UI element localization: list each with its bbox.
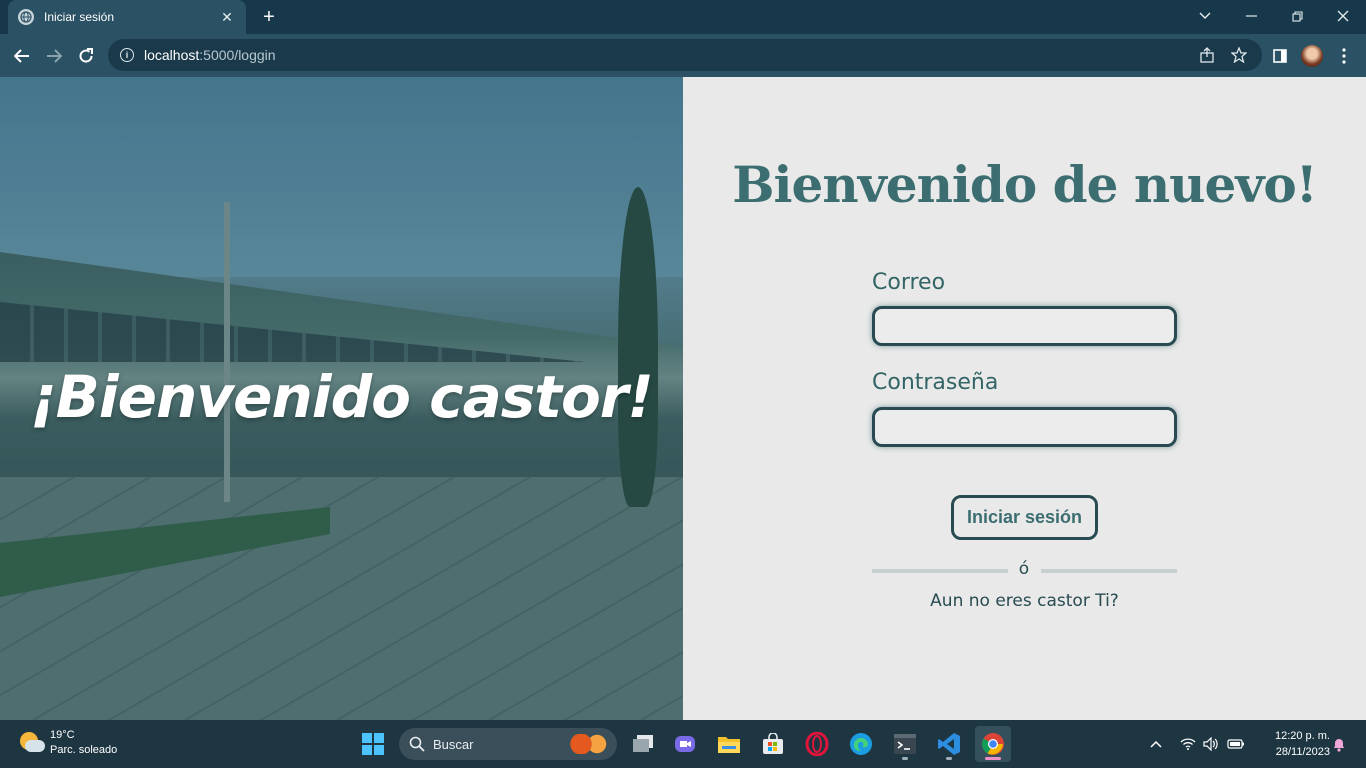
reload-icon[interactable] (72, 42, 100, 70)
login-page: ¡Bienvenido castor! Bienvenido de nuevo!… (0, 77, 1366, 720)
forward-arrow-icon[interactable] (40, 42, 68, 70)
close-window-icon[interactable] (1320, 0, 1366, 32)
side-panel-icon[interactable] (1268, 44, 1292, 68)
partly-sunny-icon (18, 730, 45, 756)
search-placeholder: Buscar (433, 736, 474, 752)
hero-image-panel: ¡Bienvenido castor! (0, 77, 683, 720)
chevron-up-icon[interactable] (1146, 732, 1166, 756)
address-bar[interactable]: i localhost:5000/loggin (108, 39, 1262, 71)
notification-bell-icon[interactable] (1330, 732, 1348, 756)
email-label: Correo (872, 270, 946, 295)
chrome-browser-icon[interactable] (975, 726, 1011, 762)
volume-icon[interactable] (1201, 732, 1221, 756)
kebab-menu-icon[interactable] (1332, 44, 1356, 68)
tab-bar: Iniciar sesión ✕ + (0, 0, 1366, 34)
edge-browser-icon[interactable] (843, 726, 879, 762)
weather-temp: 19°C (50, 729, 75, 741)
windows-taskbar: 19°C Parc. soleado Buscar 12:20 p. m. 28… (0, 720, 1366, 768)
signup-link[interactable]: Aun no eres castor Ti? (683, 591, 1366, 611)
email-field[interactable] (872, 306, 1177, 346)
search-highlight-art (569, 734, 609, 754)
profile-avatar[interactable] (1300, 44, 1324, 68)
url-host: localhost (144, 47, 200, 63)
microsoft-store-icon[interactable] (755, 726, 791, 762)
divider-line-left (872, 569, 1008, 573)
taskbar-clock[interactable]: 12:20 p. m. 28/11/2023 (1256, 728, 1330, 760)
minimize-icon[interactable] (1228, 0, 1274, 32)
clock-date: 28/11/2023 (1275, 746, 1330, 758)
tab-title: Iniciar sesión (44, 10, 115, 24)
task-view-icon[interactable] (625, 726, 661, 762)
file-explorer-icon[interactable] (711, 726, 747, 762)
weather-desc: Parc. soleado (50, 744, 118, 756)
login-submit-button[interactable]: Iniciar sesión (951, 495, 1098, 540)
site-info-icon[interactable]: i (120, 48, 134, 62)
url-text: localhost:5000/loggin (144, 47, 276, 63)
clock-time: 12:20 p. m. (1274, 730, 1330, 742)
teams-chat-icon[interactable] (667, 726, 703, 762)
weather-widget[interactable]: 19°C Parc. soleado (18, 728, 117, 758)
opera-browser-icon[interactable] (799, 726, 835, 762)
login-panel: Bienvenido de nuevo! Correo Contraseña I… (683, 77, 1366, 720)
login-title: Bienvenido de nuevo! (732, 155, 1317, 214)
close-tab-icon[interactable]: ✕ (218, 9, 236, 26)
tab-search-icon[interactable] (1182, 0, 1228, 32)
new-tab-button[interactable]: + (258, 6, 280, 28)
globe-icon (18, 9, 34, 25)
taskbar-search-box[interactable]: Buscar (399, 728, 617, 760)
back-arrow-icon[interactable] (8, 42, 36, 70)
url-path: :5000/loggin (199, 47, 276, 63)
tab-iniciar-sesion[interactable]: Iniciar sesión ✕ (8, 0, 246, 34)
bookmark-star-icon[interactable] (1226, 39, 1252, 71)
hero-title: ¡Bienvenido castor! (30, 363, 654, 431)
browser-toolbar: i localhost:5000/loggin (0, 34, 1366, 77)
restore-icon[interactable] (1274, 0, 1320, 32)
wifi-icon[interactable] (1178, 732, 1198, 756)
password-label: Contraseña (872, 370, 999, 395)
password-field[interactable] (872, 407, 1177, 447)
search-icon (409, 736, 425, 752)
divider-text: ó (1018, 559, 1030, 579)
vscode-icon[interactable] (931, 726, 967, 762)
battery-icon[interactable] (1225, 732, 1247, 756)
divider-line-right (1041, 569, 1177, 573)
windows-start-icon[interactable] (355, 726, 391, 762)
share-icon[interactable] (1194, 39, 1220, 71)
terminal-icon[interactable] (887, 726, 923, 762)
